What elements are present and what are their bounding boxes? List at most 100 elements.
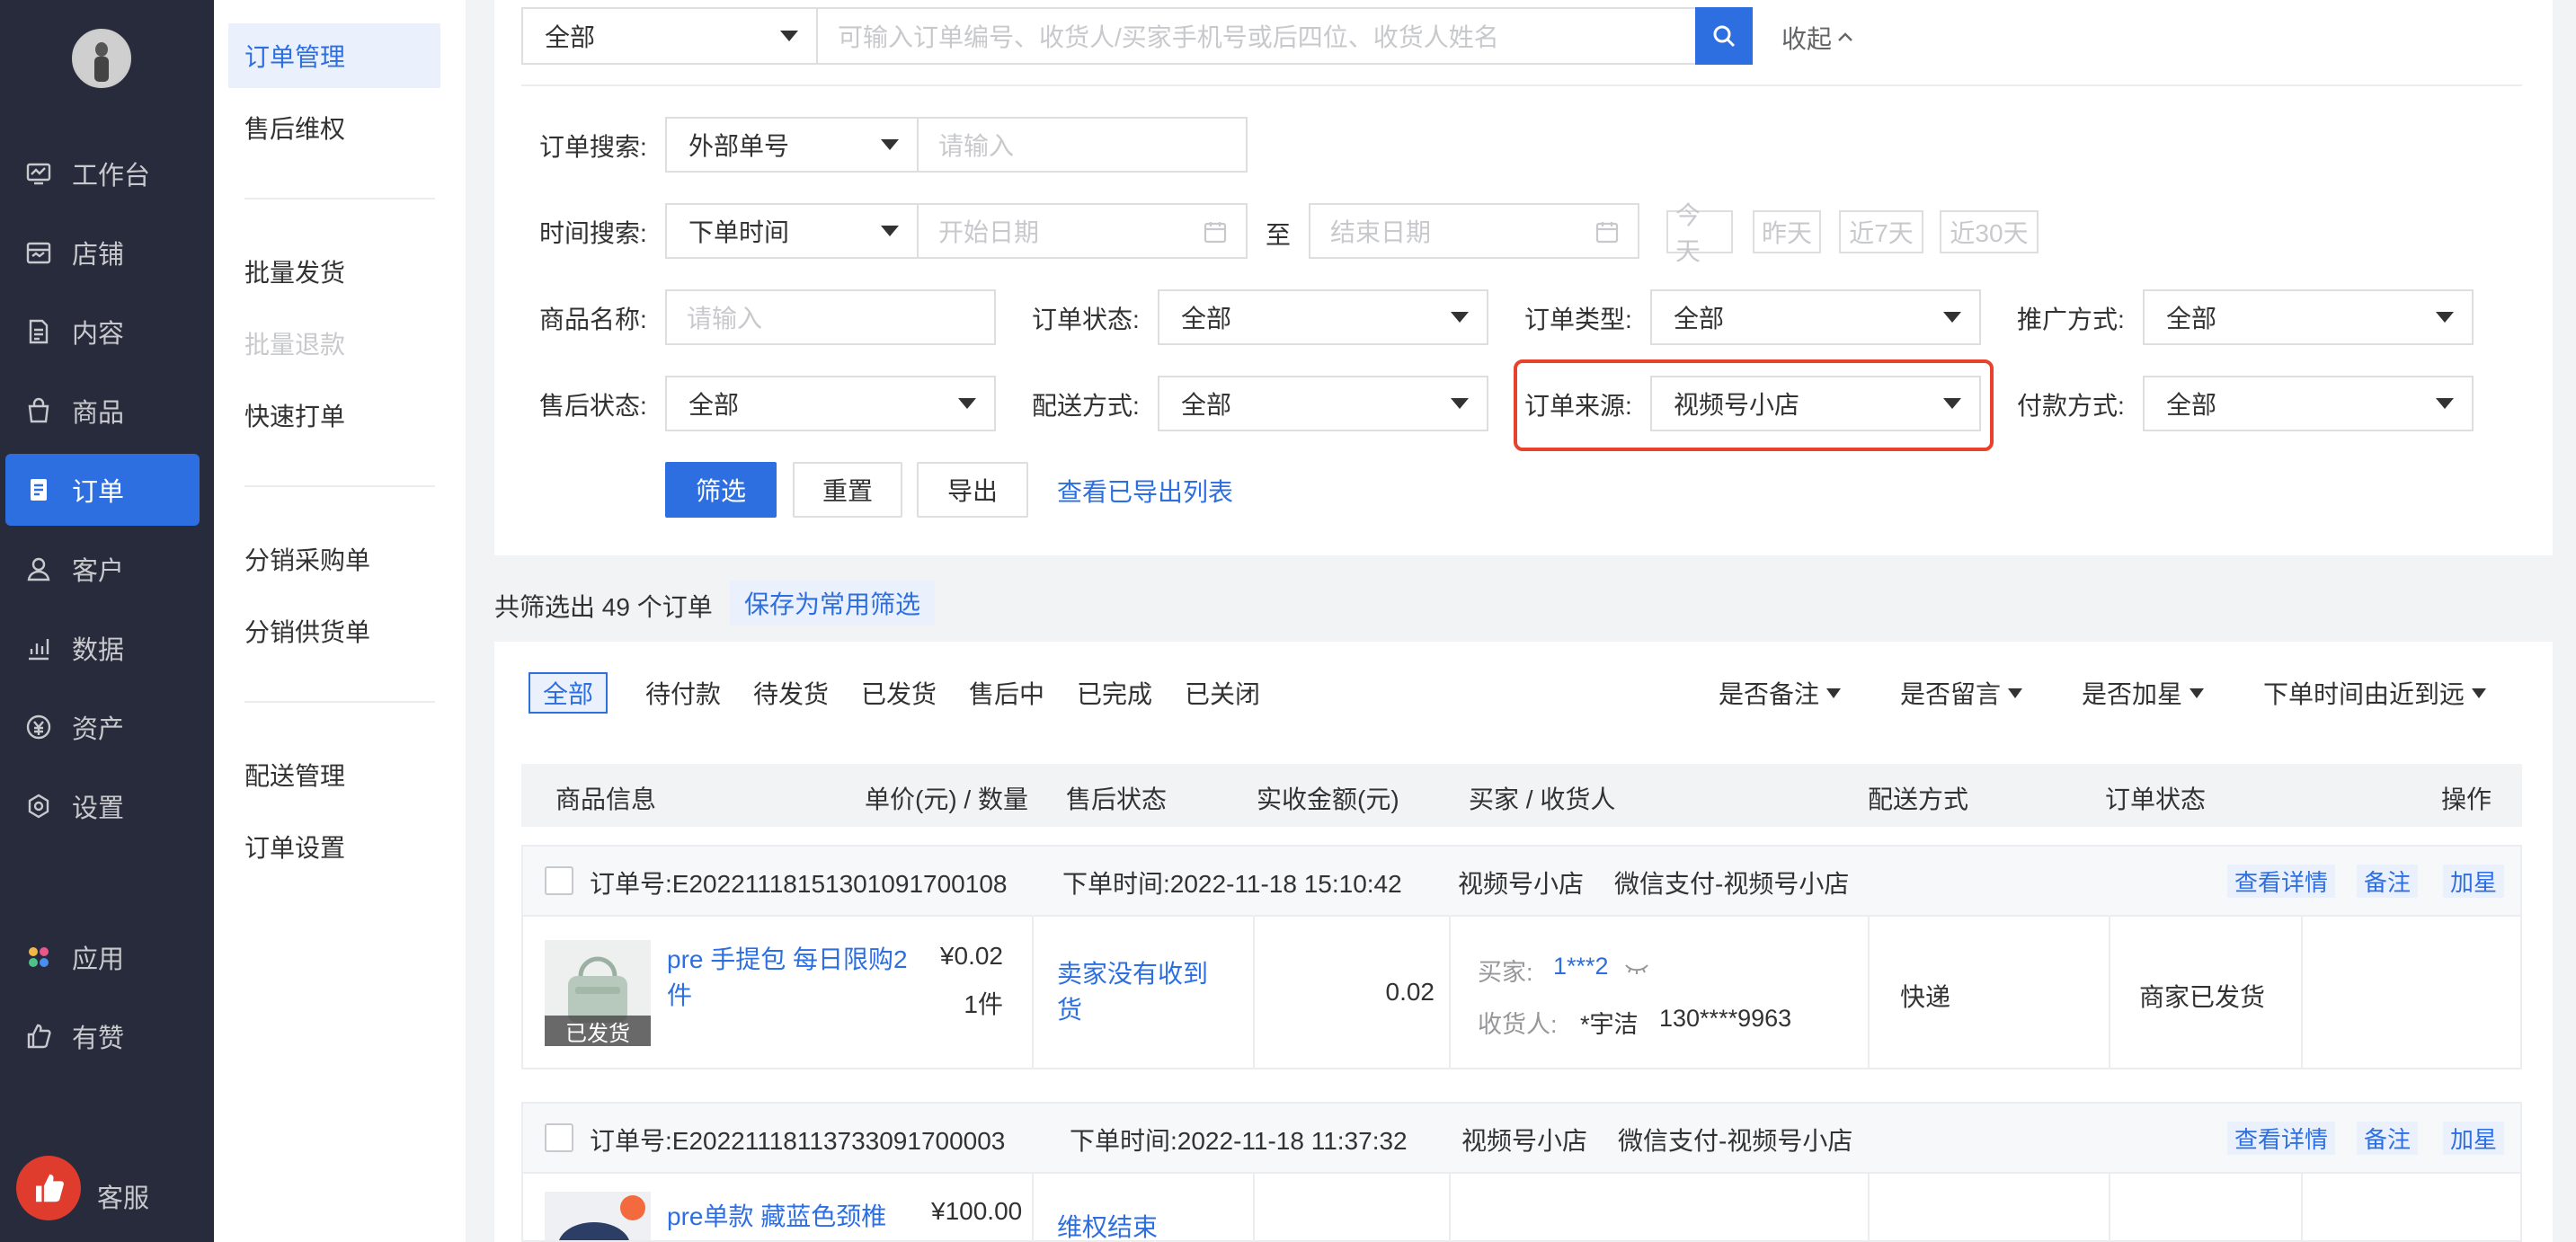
order-type-select[interactable]: 全部 bbox=[1650, 289, 1981, 345]
tab-closed[interactable]: 已关闭 bbox=[1185, 672, 1260, 714]
caret-down-icon bbox=[2472, 688, 2487, 698]
tab-completed[interactable]: 已完成 bbox=[1077, 672, 1152, 714]
sort-message-dropdown[interactable]: 是否留言 bbox=[1900, 672, 2023, 714]
goods-title-link[interactable]: pre 手提包 每日限购2件 bbox=[667, 942, 928, 1014]
buyer-link[interactable]: 1***2 bbox=[1553, 953, 1609, 980]
nav-item-dashboard[interactable]: 工作台 bbox=[5, 138, 200, 209]
view-detail-link[interactable]: 查看详情 bbox=[2227, 1122, 2336, 1155]
chevron-down-icon bbox=[1451, 398, 1469, 409]
order-status-select[interactable]: 全部 bbox=[1158, 289, 1488, 345]
order-time: 下单时间:2022-11-18 11:37:32 bbox=[1070, 1127, 1408, 1155]
chevron-down-icon bbox=[1943, 398, 1961, 409]
subnav-dist-supply[interactable]: 分销供货单 bbox=[228, 599, 440, 663]
goods-title-link[interactable]: pre单款 藏蓝色颈椎 bbox=[667, 1197, 886, 1233]
export-button[interactable]: 导出 bbox=[917, 462, 1028, 518]
collapse-toggle[interactable]: 收起 bbox=[1781, 20, 1855, 56]
order-search-input[interactable]: 请输入 bbox=[917, 117, 1248, 173]
divider bbox=[1032, 917, 1034, 1069]
delivery-method: 快递 bbox=[1900, 983, 1951, 1011]
order-search-label: 订单搜索: bbox=[539, 133, 647, 161]
sort-remark-dropdown[interactable]: 是否备注 bbox=[1719, 672, 1842, 714]
select-value: 全部 bbox=[1674, 305, 1725, 333]
end-date-input[interactable]: 结束日期 bbox=[1309, 203, 1639, 259]
view-detail-link[interactable]: 查看详情 bbox=[2227, 865, 2336, 898]
nav-item-apps[interactable]: 应用 bbox=[5, 921, 200, 993]
star-link[interactable]: 加星 bbox=[2443, 1122, 2505, 1155]
search-scope-select[interactable]: 全部 bbox=[521, 7, 818, 65]
quick-date-30days[interactable]: 近30天 bbox=[1940, 210, 2039, 253]
nav-label: 订单 bbox=[72, 478, 125, 507]
subnav-delivery-manage[interactable]: 配送管理 bbox=[228, 742, 440, 807]
search-input[interactable]: 可输入订单编号、收货人/买家手机号或后四位、收货人姓名 bbox=[816, 7, 1697, 65]
goods-name-input[interactable]: 请输入 bbox=[665, 289, 996, 345]
nav-item-store[interactable]: 店铺 bbox=[5, 217, 200, 288]
subnav-order-manage[interactable]: 订单管理 bbox=[228, 23, 440, 88]
customer-service-label[interactable]: 客服 bbox=[97, 1177, 149, 1215]
order-payment: 微信支付-视频号小店 bbox=[1618, 1127, 1853, 1155]
sort-star-dropdown[interactable]: 是否加星 bbox=[2082, 672, 2205, 714]
nav-item-orders[interactable]: 订单 bbox=[5, 454, 200, 526]
select-value: 全部 bbox=[688, 391, 740, 419]
col-delivery: 配送方式 bbox=[1868, 785, 1969, 813]
promo-select[interactable]: 全部 bbox=[2143, 289, 2474, 345]
filter-button[interactable]: 筛选 bbox=[665, 462, 777, 518]
remark-link[interactable]: 备注 bbox=[2357, 1122, 2419, 1155]
sort-time-dropdown[interactable]: 下单时间由近到远 bbox=[2263, 672, 2487, 714]
shop-avatar[interactable] bbox=[72, 29, 131, 88]
quick-date-today[interactable]: 今天 bbox=[1666, 201, 1733, 265]
tab-shipped[interactable]: 已发货 bbox=[861, 672, 937, 714]
select-value: 全部 bbox=[2166, 391, 2217, 419]
source-select[interactable]: 视频号小店 bbox=[1650, 376, 1981, 431]
aftersale-status-link[interactable]: 卖家没有收到货 bbox=[1057, 956, 1228, 1028]
youzan-icon bbox=[23, 1021, 54, 1051]
quick-date-7days[interactable]: 近7天 bbox=[1839, 210, 1923, 253]
subnav-dist-purchase[interactable]: 分销采购单 bbox=[228, 527, 440, 591]
aftersale-status-link[interactable]: 维权结束 bbox=[1057, 1208, 1158, 1240]
delivery-select[interactable]: 全部 bbox=[1158, 376, 1488, 431]
tab-pending-ship[interactable]: 待发货 bbox=[753, 672, 829, 714]
order-row: 已发货 pre 手提包 每日限购2件 ¥0.02 1件 卖家没有收到货 0.02… bbox=[521, 917, 2522, 1069]
subnav-quick-print[interactable]: 快速打单 bbox=[228, 383, 440, 448]
goods-thumbnail[interactable]: 已发货 bbox=[545, 940, 651, 1046]
subnav-batch-ship[interactable]: 批量发货 bbox=[228, 239, 440, 304]
nav-label: 店铺 bbox=[72, 241, 125, 270]
nav-item-youzan[interactable]: 有赞 bbox=[5, 1000, 200, 1072]
pay-select[interactable]: 全部 bbox=[2143, 376, 2474, 431]
remark-link[interactable]: 备注 bbox=[2357, 865, 2419, 898]
nav-item-content[interactable]: 内容 bbox=[5, 296, 200, 368]
quick-date-yesterday[interactable]: 昨天 bbox=[1753, 210, 1821, 253]
subnav-aftersale[interactable]: 售后维权 bbox=[228, 95, 440, 160]
col-aftersale: 售后状态 bbox=[1066, 785, 1168, 813]
order-status: 商家已发货 bbox=[2139, 983, 2266, 1011]
start-date-input[interactable]: 开始日期 bbox=[917, 203, 1248, 259]
subnav-order-settings[interactable]: 订单设置 bbox=[228, 814, 440, 879]
nav-item-goods[interactable]: 商品 bbox=[5, 375, 200, 447]
tab-all[interactable]: 全部 bbox=[529, 672, 608, 714]
tab-pending-payment[interactable]: 待付款 bbox=[645, 672, 721, 714]
customer-service-button[interactable] bbox=[16, 1156, 81, 1220]
col-goods: 商品信息 bbox=[555, 785, 657, 813]
order-checkbox[interactable] bbox=[545, 866, 573, 895]
nav-item-settings[interactable]: 设置 bbox=[5, 770, 200, 842]
order-number: 订单号:E20221118113733091700003 bbox=[590, 1127, 1006, 1155]
aftersale-select[interactable]: 全部 bbox=[665, 376, 996, 431]
eye-closed-icon[interactable] bbox=[1623, 960, 1650, 978]
order-header: 订单号:E20221118113733091700003 下单时间:2022-1… bbox=[521, 1102, 2522, 1174]
save-filter-button[interactable]: 保存为常用筛选 bbox=[730, 581, 936, 625]
order-search-type-select[interactable]: 外部单号 bbox=[665, 117, 919, 173]
star-link[interactable]: 加星 bbox=[2443, 865, 2505, 898]
view-exported-link[interactable]: 查看已导出列表 bbox=[1057, 473, 1233, 509]
order-checkbox[interactable] bbox=[545, 1123, 573, 1152]
goods-thumbnail[interactable] bbox=[545, 1192, 651, 1240]
search-button[interactable] bbox=[1695, 7, 1753, 65]
tab-aftersale[interactable]: 售后中 bbox=[969, 672, 1044, 714]
nav-item-customer[interactable]: 客户 bbox=[5, 533, 200, 605]
time-type-select[interactable]: 下单时间 bbox=[665, 203, 919, 259]
nav-item-asset[interactable]: 资产 bbox=[5, 691, 200, 763]
nav-item-data[interactable]: 数据 bbox=[5, 612, 200, 684]
reset-button[interactable]: 重置 bbox=[793, 462, 902, 518]
nav-label: 工作台 bbox=[72, 162, 151, 191]
divider bbox=[1449, 1174, 1451, 1240]
delivery-label: 配送方式: bbox=[1032, 392, 1140, 420]
sub-sidebar: 订单管理 售后维权 批量发货 批量退款 快速打单 分销采购单 分销供货单 配送管… bbox=[214, 0, 466, 1242]
